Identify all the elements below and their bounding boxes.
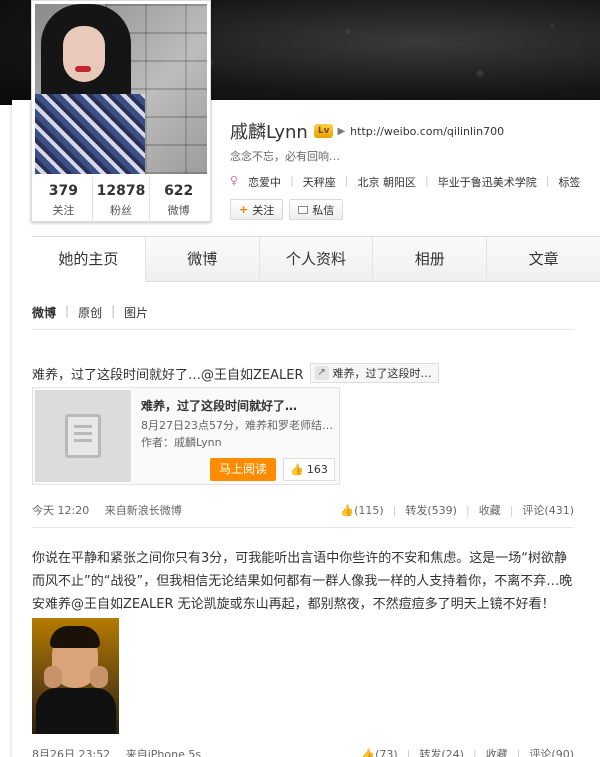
stat-number: 622 — [164, 183, 194, 199]
link-icon: ▶ — [337, 125, 346, 137]
post-time[interactable]: 8月26日 23:52 — [32, 748, 110, 757]
article-like-count: 163 — [306, 463, 328, 476]
filter-weibo[interactable]: 微博 — [32, 304, 56, 321]
profile-url[interactable]: http://weibo.com/qilinlin700 — [350, 125, 504, 138]
tab-home[interactable]: 她的主页 — [32, 237, 146, 283]
thumbs-up-icon[interactable]: 👍 — [361, 748, 375, 757]
stat-posts[interactable]: 622 微博 — [150, 177, 207, 223]
level-badge-icon[interactable]: Lv — [313, 124, 334, 138]
long-weibo-link[interactable]: ↗ 难养，过了这段时… — [309, 363, 439, 383]
avatar[interactable] — [35, 4, 207, 174]
document-icon — [65, 414, 101, 458]
profile-intro: 念念不忘，必有回响… — [230, 150, 340, 163]
post-text: 难养，过了这段时间就好了…@王自如ZEALER — [32, 367, 304, 383]
tag-school[interactable]: 毕业于鲁迅美术学院 — [438, 174, 537, 190]
tag-location[interactable]: 北京 朝阳区 — [358, 174, 417, 190]
article-desc: 8月27日23点57分，难养和罗老师结… — [141, 419, 333, 432]
stat-label: 关注 — [52, 204, 75, 217]
read-now-button[interactable]: 马上阅读 — [210, 458, 276, 481]
tab-articles[interactable]: 文章 — [487, 237, 600, 281]
post-item: 难养，过了这段时间就好了…@王自如ZEALER ↗ 难养，过了这段时… 难养，过… — [32, 363, 574, 485]
feed-filter: 微博 | 原创 | 图片 — [32, 304, 149, 321]
tag-relationship: 恋爱中 — [248, 176, 282, 189]
post-source[interactable]: 来自新浪长微博 — [105, 504, 182, 517]
profile-name-row: 戚麟Lynn Lv ▶ http://weibo.com/qilinlin700 — [230, 118, 504, 144]
repost-link[interactable]: 转发(24) — [419, 746, 464, 757]
like-count[interactable]: (115) — [354, 504, 384, 517]
profile-name: 戚麟Lynn — [230, 122, 308, 143]
post-text: 你说在平静和紧张之间你只有3分，可我能听出言语中你些许的不安和焦虑。这是一场“树… — [32, 551, 573, 612]
stat-label: 粉丝 — [110, 204, 132, 217]
comment-link[interactable]: 评论(431) — [522, 502, 574, 518]
heart-icon: ♀ — [230, 174, 239, 187]
article-author: 作者：戚麟Lynn — [141, 436, 222, 449]
profile-stats: 379 关注 12878 粉丝 622 微博 — [35, 177, 207, 223]
article-title[interactable]: 难养，过了这段时间就好了… — [141, 397, 297, 414]
like-count[interactable]: (73) — [375, 748, 398, 757]
stat-label: 微博 — [167, 204, 190, 217]
link-icon: ↗ — [314, 366, 329, 380]
comment-link[interactable]: 评论(90) — [529, 746, 574, 757]
profile-card: 379 关注 12878 粉丝 622 微博 — [31, 0, 211, 223]
stat-followers[interactable]: 12878 粉丝 — [93, 177, 151, 223]
repost-link[interactable]: 转发(539) — [405, 502, 457, 518]
favorite-link[interactable]: 收藏 — [479, 502, 501, 518]
tab-album[interactable]: 相册 — [373, 237, 488, 281]
follow-button[interactable]: + 关注 — [230, 199, 284, 220]
long-weibo-link-label: 难养，过了这段时… — [332, 367, 432, 380]
profile-tags: ♀ 恋爱中 | 天秤座 | 北京 朝阳区 | 毕业于鲁迅美术学院 | 标签 — [230, 174, 581, 190]
plus-icon: + — [239, 203, 249, 216]
message-button[interactable]: 私信 — [289, 199, 344, 220]
tab-profile-info[interactable]: 个人资料 — [259, 237, 374, 281]
article-like-button[interactable]: 👍 163 — [283, 458, 335, 481]
thumbs-up-icon: 👍 — [290, 463, 304, 476]
stat-following[interactable]: 379 关注 — [35, 177, 93, 223]
message-label: 私信 — [312, 203, 335, 217]
article-card[interactable]: 难养，过了这段时间就好了… 8月27日23点57分，难养和罗老师结… 作者：戚麟… — [32, 387, 340, 485]
tag-labels[interactable]: 标签 — [558, 174, 580, 190]
favorite-link[interactable]: 收藏 — [486, 746, 508, 757]
thumbs-up-icon[interactable]: 👍 — [340, 504, 354, 517]
tag-zodiac[interactable]: 天秤座 — [303, 174, 336, 190]
profile-tabs: 她的主页 微博 个人资料 相册 文章 — [32, 236, 600, 283]
post-source[interactable]: 来自iPhone 5s — [126, 748, 201, 757]
filter-pictures[interactable]: 图片 — [124, 304, 148, 321]
divider — [32, 527, 574, 528]
article-thumbnail — [35, 390, 131, 482]
divider — [32, 329, 574, 330]
follow-label: 关注 — [252, 203, 275, 217]
post-meta: 8月26日 23:52 来自iPhone 5s 👍 (73) | 转发(24) … — [32, 746, 574, 757]
tab-weibo[interactable]: 微博 — [145, 237, 260, 281]
post-photo[interactable] — [32, 618, 119, 734]
post-time[interactable]: 今天 12:20 — [32, 504, 89, 517]
post-meta: 今天 12:20 来自新浪长微博 👍 (115) | 转发(539) | 收藏 … — [32, 502, 574, 518]
stat-number: 12878 — [96, 183, 146, 199]
filter-original[interactable]: 原创 — [78, 304, 102, 321]
profile-actions: + 关注 私信 — [230, 199, 344, 220]
envelope-icon — [298, 205, 309, 214]
stat-number: 379 — [48, 183, 78, 199]
